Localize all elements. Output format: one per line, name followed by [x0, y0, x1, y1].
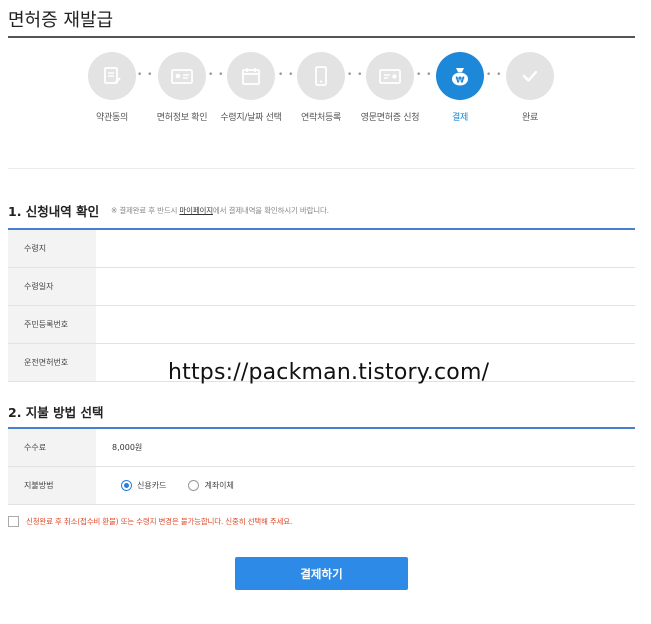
row-label: 수령지	[8, 230, 96, 267]
row-label: 수수료	[8, 429, 96, 466]
steps-divider	[8, 168, 635, 169]
radio-indicator[interactable]	[188, 480, 200, 491]
row-label: 주민등록번호	[8, 306, 96, 343]
table-row-pickup-date: 수령일자	[8, 268, 635, 306]
calendar-icon	[227, 52, 275, 100]
table-row-pickup-location: 수령지	[8, 230, 635, 268]
step-label: 완료	[522, 113, 538, 123]
phone-icon	[297, 52, 345, 100]
page-title: 면허증 재발급	[8, 10, 114, 31]
license-card-icon	[366, 52, 414, 100]
row-label: 운전면허번호	[8, 344, 96, 381]
section-title-application: 1. 신청내역 확인	[8, 204, 100, 219]
radio-label: 신용카드	[137, 481, 167, 490]
step-complete: 완료	[480, 52, 580, 125]
radio-indicator[interactable]	[121, 480, 132, 491]
pay-button[interactable]: 결제하기	[235, 557, 408, 590]
document-pen-icon	[88, 52, 136, 100]
row-label: 지불방법	[8, 467, 96, 504]
note-prefix: ※ 결제완료 후 반드시	[111, 206, 180, 215]
row-label: 수령일자	[8, 268, 96, 305]
radio-bank-transfer[interactable]: 계좌이체	[188, 480, 234, 491]
note-suffix: 에서 결제내역을 확인하시기 바랍니다.	[212, 206, 329, 215]
money-bag-icon: ₩	[436, 52, 484, 100]
mypage-link[interactable]: 마이페이지	[179, 206, 213, 215]
payment-method-options: 신용카드 계좌이체	[121, 467, 256, 504]
table-row-payment-method: 지불방법 신용카드 계좌이체	[8, 467, 635, 505]
svg-text:₩: ₩	[456, 76, 465, 85]
agree-row: 신청완료 후 취소(접수비 환불) 또는 수령지 변경은 불가능합니다. 신중히…	[8, 516, 292, 527]
title-divider	[8, 36, 635, 38]
watermark-text: https://packman.tistory.com/	[168, 360, 490, 385]
table-row-fee: 수수료 8,000원	[8, 429, 635, 467]
section-title-payment-method: 2. 지불 방법 선택	[8, 405, 104, 420]
radio-credit-card[interactable]: 신용카드	[121, 480, 166, 491]
section-note: ※ 결제완료 후 반드시 마이페이지에서 결제내역을 확인하시기 바랍니다.	[111, 205, 329, 216]
agree-text: 신청완료 후 취소(접수비 환불) 또는 수령지 변경은 불가능합니다. 신중히…	[26, 517, 293, 526]
id-card-icon	[158, 52, 206, 100]
radio-label: 계좌이체	[204, 481, 234, 490]
progress-steps: 약관동의 • • 면허정보 확인 • • 수령지/날짜 선택 • • 연락처등록…	[0, 52, 651, 162]
fee-value: 8,000원	[112, 443, 143, 452]
agree-checkbox[interactable]	[8, 516, 19, 527]
table-row-resident-number: 주민등록번호	[8, 306, 635, 344]
check-icon	[506, 52, 554, 100]
